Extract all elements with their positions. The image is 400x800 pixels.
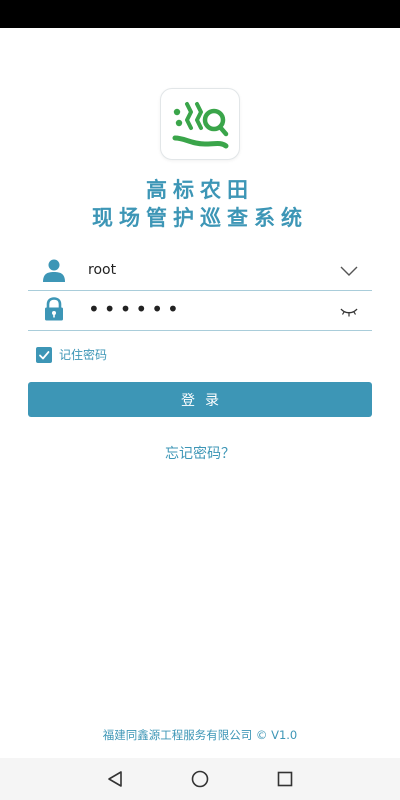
remember-label: 记住密码	[59, 348, 108, 362]
username-value[interactable]: root	[88, 262, 116, 278]
app-title-line1: 高标农田	[146, 178, 254, 202]
check-icon	[39, 350, 50, 359]
password-value[interactable]: ••••••	[88, 297, 183, 321]
status-bar	[0, 0, 400, 28]
remember-password-row[interactable]: 记住密码	[36, 346, 107, 363]
back-triangle-icon[interactable]	[105, 769, 125, 789]
xun-logo-icon	[172, 102, 229, 149]
user-icon	[43, 259, 65, 282]
login-button[interactable]: 登录	[28, 382, 372, 417]
recent-square-icon[interactable]	[275, 769, 295, 789]
copyright-text: 福建同鑫源工程服务有限公司 © V1.0	[102, 728, 298, 742]
app-title-line2: 现场管护巡查系统	[92, 206, 308, 230]
username-field[interactable]: root	[28, 252, 372, 291]
remember-checkbox[interactable]	[36, 346, 52, 363]
forgot-password-link[interactable]: 忘记密码？	[0, 443, 400, 463]
system-nav-bar	[0, 758, 400, 800]
app-logo	[160, 88, 240, 160]
chevron-down-icon[interactable]	[340, 264, 358, 278]
eye-closed-icon[interactable]	[340, 304, 358, 318]
home-circle-icon[interactable]	[190, 769, 210, 789]
lock-icon	[45, 297, 63, 321]
password-field[interactable]: ••••••	[28, 292, 372, 331]
